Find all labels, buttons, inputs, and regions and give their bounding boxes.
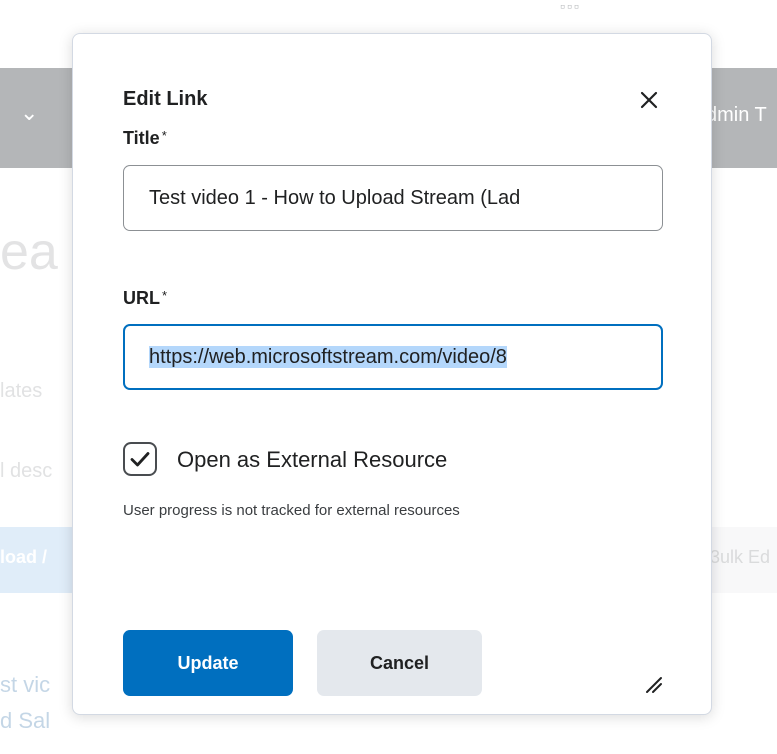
url-label-text: URL: [123, 288, 160, 308]
title-label-text: Title: [123, 128, 160, 148]
title-field-label: Title *: [123, 128, 167, 149]
close-button[interactable]: [635, 86, 663, 114]
url-input[interactable]: https://web.microsoftstream.com/video/8: [123, 324, 663, 390]
update-button[interactable]: Update: [123, 630, 293, 696]
dialog-title: Edit Link: [123, 88, 208, 110]
external-resource-label[interactable]: Open as External Resource: [177, 447, 447, 473]
required-marker: *: [162, 288, 168, 303]
title-input-value: Test video 1 - How to Upload Stream (Lad: [149, 187, 521, 209]
close-icon: [640, 91, 658, 109]
url-field-label: URL *: [123, 288, 167, 309]
checkmark-icon: [130, 452, 150, 467]
edit-link-dialog: Edit Link Title * Test video 1 - How to U…: [72, 33, 712, 715]
url-input-value: https://web.microsoftstream.com/video/8: [149, 346, 507, 368]
cancel-button[interactable]: Cancel: [317, 630, 482, 696]
external-resource-checkbox[interactable]: [123, 442, 157, 476]
resize-handle-icon[interactable]: [643, 674, 665, 696]
title-input[interactable]: Test video 1 - How to Upload Stream (Lad: [123, 165, 663, 231]
required-marker: *: [161, 128, 167, 143]
external-resource-help: User progress is not tracked for externa…: [123, 502, 460, 519]
